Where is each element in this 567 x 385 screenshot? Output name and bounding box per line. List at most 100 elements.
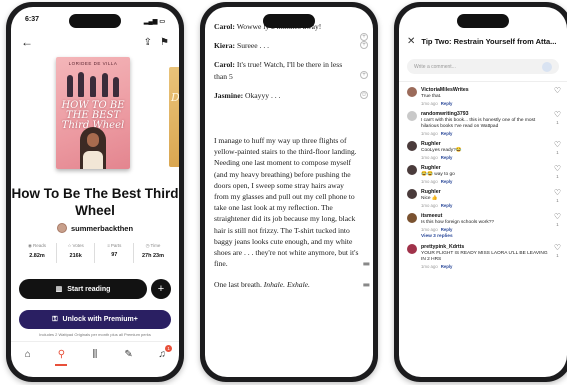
cover-illustration: [80, 127, 106, 169]
heart-icon[interactable]: ♡ 1: [554, 165, 561, 181]
signal-icon: ▂▄▆: [143, 18, 158, 25]
stat-label: Votes: [72, 243, 84, 248]
reply-button[interactable]: Reply: [441, 264, 453, 269]
report-flag-icon[interactable]: ⚑: [160, 37, 169, 48]
book-icon: ▥: [55, 286, 63, 293]
like-count: 1: [556, 174, 559, 179]
inline-comment-icon[interactable]: +: [360, 41, 368, 50]
reply-button[interactable]: Reply: [441, 179, 453, 184]
commenter-avatar[interactable]: [407, 165, 417, 175]
stat-value: 2.82m: [29, 253, 45, 259]
read-actions: ▥ Start reading +: [19, 279, 171, 299]
inline-comment-icon[interactable]: +: [360, 71, 368, 80]
narrative-text: I manage to huff my way up three flights…: [214, 136, 359, 269]
like-count: 1: [556, 120, 559, 125]
unlock-premium-button[interactable]: ⚿ Unlock with Premium+: [19, 310, 171, 329]
commenter-name[interactable]: Rughler: [421, 165, 549, 171]
comment-item: Rughler Nice 👍 1mo ago Reply ♡ 1: [407, 189, 561, 208]
heart-icon[interactable]: ♡ 1: [554, 111, 561, 127]
comment-text: 😂😂 way to go: [421, 172, 455, 177]
send-icon[interactable]: [542, 61, 552, 72]
commenter-avatar[interactable]: [407, 189, 417, 199]
like-count: 1: [556, 253, 559, 258]
commenter-name[interactable]: Rughler: [421, 189, 549, 195]
comment-time: 1mo ago: [421, 155, 438, 160]
dynamic-island: [457, 14, 509, 28]
stat-label: Parts: [110, 243, 122, 248]
start-reading-button[interactable]: ▥ Start reading: [19, 279, 147, 299]
commenter-avatar[interactable]: [407, 111, 417, 121]
home-icon[interactable]: ⌂: [20, 349, 36, 360]
closing-line: One last breath. Inhale. Exhale. ▬: [214, 279, 370, 290]
heart-icon[interactable]: ♡ 1: [554, 244, 561, 260]
comment-meta: 1mo ago Reply: [421, 227, 549, 232]
speaker: Carol:: [214, 60, 235, 70]
speaker: Carol:: [214, 22, 235, 31]
stat-label: Time: [150, 243, 161, 248]
commenter-name[interactable]: VictoriaMilesWrites: [421, 87, 549, 93]
status-time: 6:37: [25, 16, 40, 23]
stat-divider: [55, 243, 57, 263]
comment-meta: 1mo ago Reply: [421, 203, 549, 208]
share-icon[interactable]: ⇪: [144, 37, 152, 48]
commenter-name[interactable]: itsmeeut: [421, 213, 549, 219]
view-replies-link[interactable]: View 3 replies: [421, 234, 549, 239]
book-stats: ◉ Reads 2.82m ☆ Votes 216k ≡ Parts 97 ◷ Time…: [23, 243, 167, 269]
comment-input[interactable]: Write a comment...: [407, 59, 559, 74]
author-avatar: [56, 223, 67, 233]
commenter-name[interactable]: randomwriting3793: [421, 111, 549, 117]
commenter-avatar[interactable]: [407, 244, 417, 254]
stat-divider: [133, 243, 135, 263]
stat-value: 27h 23m: [141, 253, 164, 259]
notifications-bell-icon[interactable]: ♫ 1: [154, 345, 173, 360]
stat-time: ◷ Time 27h 23m: [139, 243, 167, 269]
search-icon[interactable]: ⚲: [53, 349, 69, 366]
comment-body: itsmeeut Is this how foreign schools work…: [421, 213, 549, 239]
battery-icon: ▭: [159, 18, 165, 25]
commenter-name[interactable]: Rughler: [421, 141, 549, 147]
heart-icon[interactable]: ♡ 1: [554, 213, 561, 229]
reply-button[interactable]: Reply: [441, 203, 453, 208]
reply-button[interactable]: Reply: [441, 131, 453, 136]
comment-time: 1mo ago: [421, 101, 438, 106]
heart-icon[interactable]: ♡ 1: [554, 189, 561, 205]
comment-text: Nice 👍: [421, 196, 438, 201]
next-book-cover[interactable]: D: [169, 67, 179, 167]
comments-header: ✕ Tip Two: Restrain Yourself from Atta..…: [407, 36, 561, 47]
comment-time: 1mo ago: [421, 179, 438, 184]
paragraph-comment-icon[interactable]: ▬: [362, 258, 370, 269]
paragraph-comment-icon[interactable]: ▬: [362, 279, 370, 290]
commenter-avatar[interactable]: [407, 141, 417, 151]
book-cover[interactable]: LORIDEE DE VILLA HOW TO BE THE BEST Thir…: [56, 57, 130, 169]
smiley-icon[interactable]: ☺: [360, 90, 368, 99]
comment-body: Rughler Nice 👍 1mo ago Reply: [421, 189, 549, 208]
cover-figures: [64, 71, 122, 97]
comment-body: Rughler 😂😂 way to go 1mo ago Reply: [421, 165, 549, 184]
heart-icon[interactable]: ♡: [554, 87, 561, 95]
write-pencil-icon[interactable]: ✎: [121, 349, 137, 360]
commenter-avatar[interactable]: [407, 87, 417, 97]
close-icon[interactable]: ✕: [407, 36, 415, 47]
stat-reads: ◉ Reads 2.82m: [23, 243, 51, 269]
comment-time: 1mo ago: [421, 227, 438, 232]
premium-note: Includes 2 Wattpad Originals per month p…: [39, 332, 151, 337]
heart-icon[interactable]: ♡ 1: [554, 141, 561, 157]
add-to-library-button[interactable]: +: [151, 279, 171, 299]
like-count: 1: [556, 198, 559, 203]
phone-comments: ✕ Tip Two: Restrain Yourself from Atta..…: [394, 2, 567, 382]
commenter-avatar[interactable]: [407, 213, 417, 223]
author-row[interactable]: summerbackthen: [11, 223, 179, 233]
comment-list: VictoriaMilesWrites True that. 1mo ago Repl…: [407, 87, 561, 274]
library-icon[interactable]: ⫼: [87, 349, 103, 360]
commenter-name[interactable]: prettypink_Kdrtts: [421, 244, 549, 250]
closing-text: One last breath.: [214, 280, 264, 290]
reply-button[interactable]: Reply: [441, 227, 453, 232]
dialogue-text: Sureee . . .: [235, 41, 270, 51]
back-arrow-icon[interactable]: ←: [21, 35, 33, 49]
top-bar: ← ⇪ ⚑: [21, 34, 169, 50]
reply-button[interactable]: Reply: [441, 101, 453, 106]
closing-italic: Inhale. Exhale.: [263, 280, 310, 290]
speaker: Kiera:: [214, 41, 236, 51]
inline-comment-icon[interactable]: +: [360, 33, 368, 41]
reply-button[interactable]: Reply: [441, 155, 453, 160]
